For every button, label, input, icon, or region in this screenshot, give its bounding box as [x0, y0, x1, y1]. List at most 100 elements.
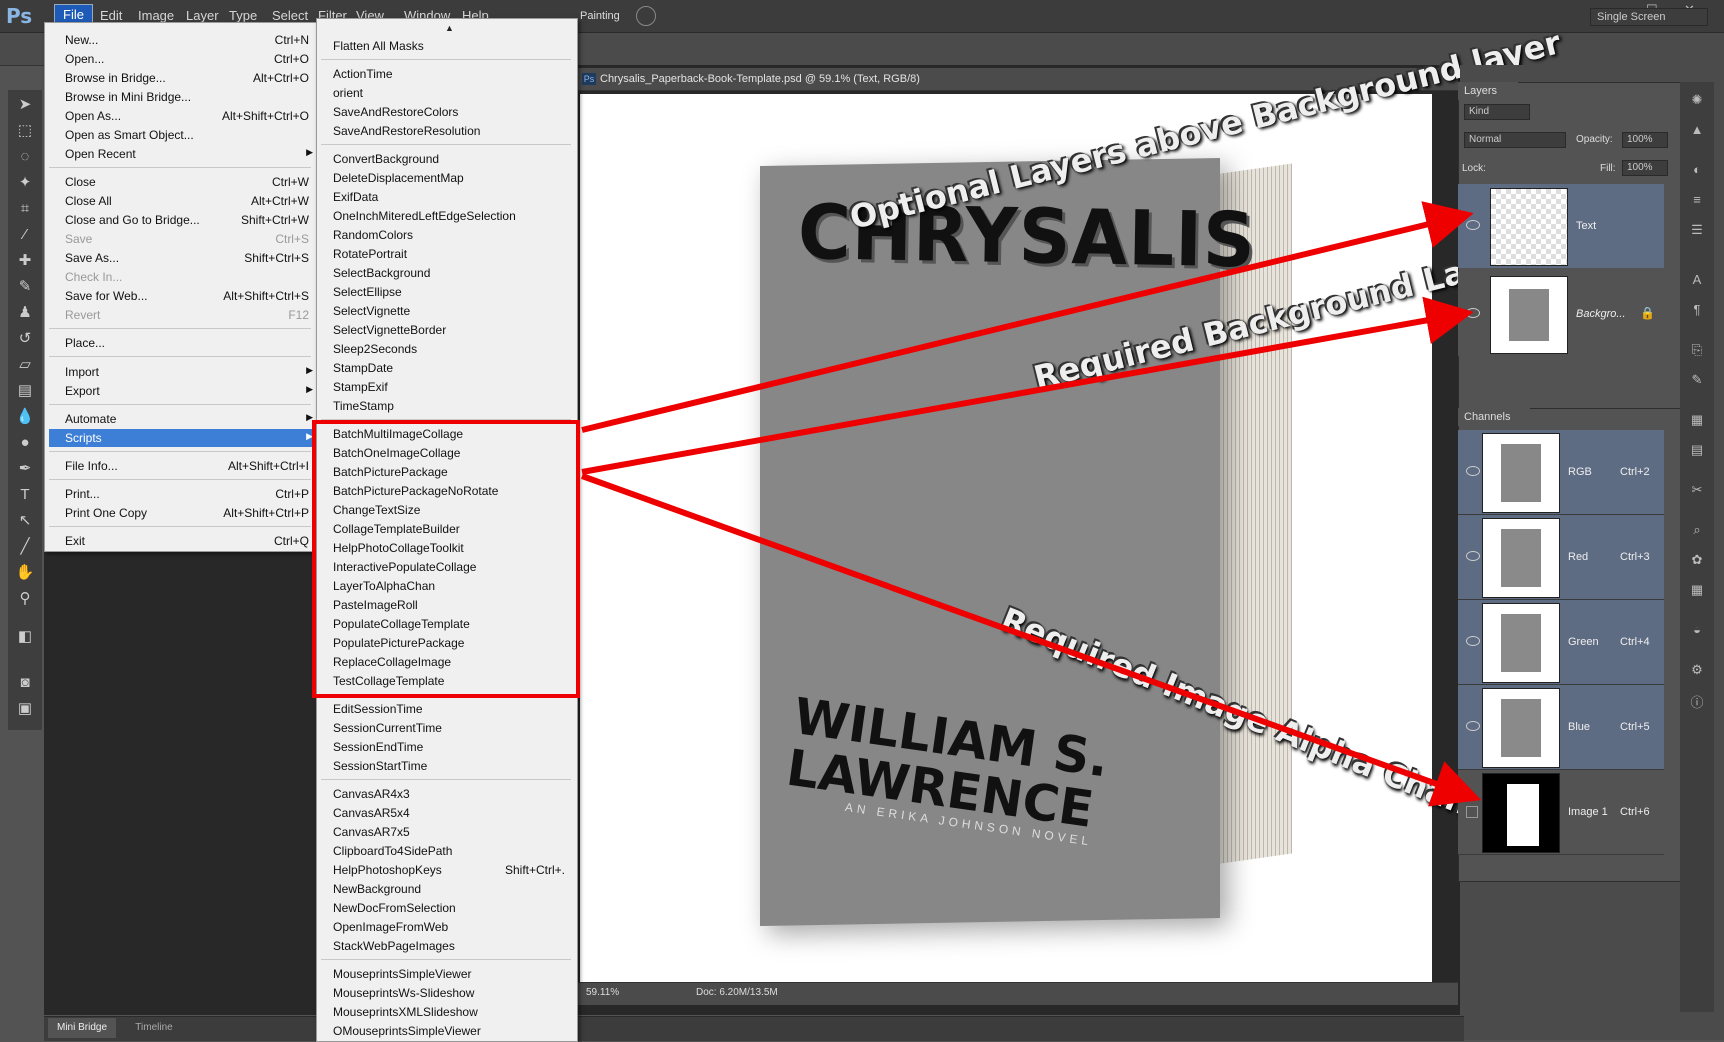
script-item-random-colors[interactable]: RandomColors — [333, 226, 573, 244]
histogram-icon[interactable]: ▲ — [1689, 122, 1705, 138]
script-item-action-time[interactable]: ActionTime — [333, 65, 573, 83]
script-item-convert-background[interactable]: ConvertBackground — [333, 150, 573, 168]
info-panel-icon[interactable]: ⌕ — [1689, 522, 1705, 538]
menu-item-open-recent[interactable]: Open Recent ▶ — [65, 145, 313, 163]
clone-source-icon[interactable]: ⎘ — [1689, 342, 1705, 358]
properties-icon[interactable]: ☰ — [1689, 222, 1705, 238]
script-item-omouseprints-simple-viewer[interactable]: OMouseprintsSimpleViewer — [333, 1022, 573, 1040]
type-tool-icon[interactable]: T — [14, 486, 36, 504]
channel-row-image1[interactable]: Image 1 Ctrl+6 — [1458, 770, 1664, 855]
visibility-checkbox[interactable] — [1466, 806, 1478, 818]
menu-item-save-for-web[interactable]: Save for Web... Alt+Shift+Ctrl+S — [65, 287, 313, 305]
screen-mode-select[interactable]: Single Screen — [1590, 8, 1708, 26]
script-item-stamp-exif[interactable]: StampExif — [333, 378, 573, 396]
eyedropper-tool-icon[interactable]: ⁄ — [14, 226, 36, 244]
tools-icon[interactable]: ✂ — [1689, 482, 1705, 498]
menu-item-close[interactable]: Close Ctrl+W — [65, 173, 313, 191]
channel-row-rgb[interactable]: RGB Ctrl+2 — [1458, 430, 1664, 515]
settings-icon[interactable]: ⚙ — [1689, 662, 1705, 678]
script-item-select-background[interactable]: SelectBackground — [333, 264, 573, 282]
script-item-delete-displacement-map[interactable]: DeleteDisplacementMap — [333, 169, 573, 187]
eraser-tool-icon[interactable]: ▱ — [14, 356, 36, 374]
blur-tool-icon[interactable]: 💧 — [14, 408, 36, 426]
character-icon[interactable]: A — [1689, 272, 1705, 288]
channel-row-blue[interactable]: Blue Ctrl+5 — [1458, 685, 1664, 770]
script-item-clipboard-to4side-path[interactable]: ClipboardTo4SidePath — [333, 842, 573, 860]
menu-type[interactable]: Type — [229, 8, 257, 23]
tab-mini-bridge[interactable]: Mini Bridge — [48, 1018, 116, 1038]
menu-item-browse-mini-bridge[interactable]: Browse in Mini Bridge... — [65, 88, 313, 106]
menu-item-place[interactable]: Place... — [65, 334, 313, 352]
crop-tool-icon[interactable]: ⌗ — [14, 200, 36, 218]
menu-layer[interactable]: Layer — [186, 8, 219, 23]
tab-layers[interactable]: Layers — [1458, 82, 1518, 100]
script-item-session-end-time[interactable]: SessionEndTime — [333, 738, 573, 756]
script-item-rotate-portrait[interactable]: RotatePortrait — [333, 245, 573, 263]
menu-edit[interactable]: Edit — [100, 8, 122, 23]
script-item-session-start-time[interactable]: SessionStartTime — [333, 757, 573, 775]
quick-mask-icon[interactable]: ◙ — [14, 674, 36, 692]
script-item-exif-data[interactable]: ExifData — [333, 188, 573, 206]
script-item-new-doc-from-selection[interactable]: NewDocFromSelection — [333, 899, 573, 917]
styles-icon[interactable]: ◒ — [1689, 622, 1705, 638]
menu-item-scripts[interactable]: Scripts ▶ — [49, 429, 313, 447]
history-icon[interactable]: ▦ — [1689, 412, 1705, 428]
menu-image[interactable]: Image — [138, 8, 174, 23]
menu-item-exit[interactable]: Exit Ctrl+Q — [65, 532, 313, 550]
script-item-stamp-date[interactable]: StampDate — [333, 359, 573, 377]
paragraph-icon[interactable]: ¶ — [1689, 302, 1705, 318]
script-item-help-photoshop-keys[interactable]: HelpPhotoshopKeys Shift+Ctrl+. — [333, 861, 573, 879]
script-item-new-background[interactable]: NewBackground — [333, 880, 573, 898]
eye-icon[interactable] — [1466, 466, 1480, 476]
opacity-input[interactable]: 100% — [1622, 132, 1668, 148]
script-item-mouseprints-ws-slideshow[interactable]: MouseprintsWs-Slideshow — [333, 984, 573, 1002]
menu-item-file-info[interactable]: File Info... Alt+Shift+Ctrl+I — [65, 457, 313, 475]
script-item-stack-web-page-images[interactable]: StackWebPageImages — [333, 937, 573, 955]
script-item-save-and-restore-resolution[interactable]: SaveAndRestoreResolution — [333, 122, 573, 140]
menu-item-close-go-bridge[interactable]: Close and Go to Bridge... Shift+Ctrl+W — [65, 211, 313, 229]
script-item-select-vignette[interactable]: SelectVignette — [333, 302, 573, 320]
script-item-canvas-ar7x5[interactable]: CanvasAR7x5 — [333, 823, 573, 841]
eye-icon[interactable] — [1466, 636, 1480, 646]
channel-row-green[interactable]: Green Ctrl+4 — [1458, 600, 1664, 685]
menu-item-new[interactable]: New... Ctrl+N — [65, 31, 313, 49]
layer-row-text[interactable]: Text — [1458, 184, 1664, 268]
menu-item-close-all[interactable]: Close All Alt+Ctrl+W — [65, 192, 313, 210]
shape-tool-icon[interactable]: ╱ — [14, 538, 36, 556]
menu-item-import[interactable]: Import ▶ — [65, 363, 313, 381]
script-item-one-inch-mitered-left-edge-selection[interactable]: OneInchMiteredLeftEdgeSelection — [333, 207, 573, 225]
history-brush-tool-icon[interactable]: ↺ — [14, 330, 36, 348]
zoom-tool-icon[interactable]: ⚲ — [14, 590, 36, 608]
sliders-icon[interactable]: ≡ — [1689, 192, 1705, 208]
menu-select[interactable]: Select — [272, 8, 308, 23]
menu-item-open[interactable]: Open... Ctrl+O — [65, 50, 313, 68]
script-item-edit-session-time[interactable]: EditSessionTime — [333, 700, 573, 718]
script-item-sleep2seconds[interactable]: Sleep2Seconds — [333, 340, 573, 358]
brush-settings-icon[interactable] — [636, 6, 656, 26]
script-item-select-vignette-border[interactable]: SelectVignetteBorder — [333, 321, 573, 339]
script-item-flatten-all-masks[interactable]: Flatten All Masks — [333, 37, 573, 55]
menu-item-automate[interactable]: Automate ▶ — [65, 410, 313, 428]
channel-row-red[interactable]: Red Ctrl+3 — [1458, 515, 1664, 600]
notes-icon[interactable]: ▤ — [1689, 442, 1705, 458]
menu-item-print-one-copy[interactable]: Print One Copy Alt+Shift+Ctrl+P — [65, 504, 313, 522]
gradient-tool-icon[interactable]: ▤ — [14, 382, 36, 400]
move-tool-icon[interactable]: ➤ — [14, 96, 36, 114]
zoom-level[interactable]: 59.11% — [586, 987, 619, 998]
swatches-icon[interactable]: ✿ — [1689, 552, 1705, 568]
script-item-orient[interactable]: orient — [333, 84, 573, 102]
brush-tool-icon[interactable]: ✎ — [14, 278, 36, 296]
menu-item-open-smart-object[interactable]: Open as Smart Object... — [65, 126, 313, 144]
menu-item-export[interactable]: Export ▶ — [65, 382, 313, 400]
menu-item-print[interactable]: Print... Ctrl+P — [65, 485, 313, 503]
tab-timeline[interactable]: Timeline — [120, 1018, 188, 1038]
layer-row-background[interactable]: Backgro... 🔒 — [1458, 272, 1664, 356]
eye-icon[interactable] — [1466, 551, 1480, 561]
grid-icon[interactable]: ▦ — [1689, 582, 1705, 598]
marquee-tool-icon[interactable]: ⬚ — [14, 122, 36, 140]
script-item-time-stamp[interactable]: TimeStamp — [333, 397, 573, 415]
magic-wand-tool-icon[interactable]: ✦ — [14, 174, 36, 192]
screen-mode-icon[interactable]: ▣ — [14, 700, 36, 718]
script-item-canvas-ar5x4[interactable]: CanvasAR5x4 — [333, 804, 573, 822]
script-item-mouseprints-simple-viewer[interactable]: MouseprintsSimpleViewer — [333, 965, 573, 983]
